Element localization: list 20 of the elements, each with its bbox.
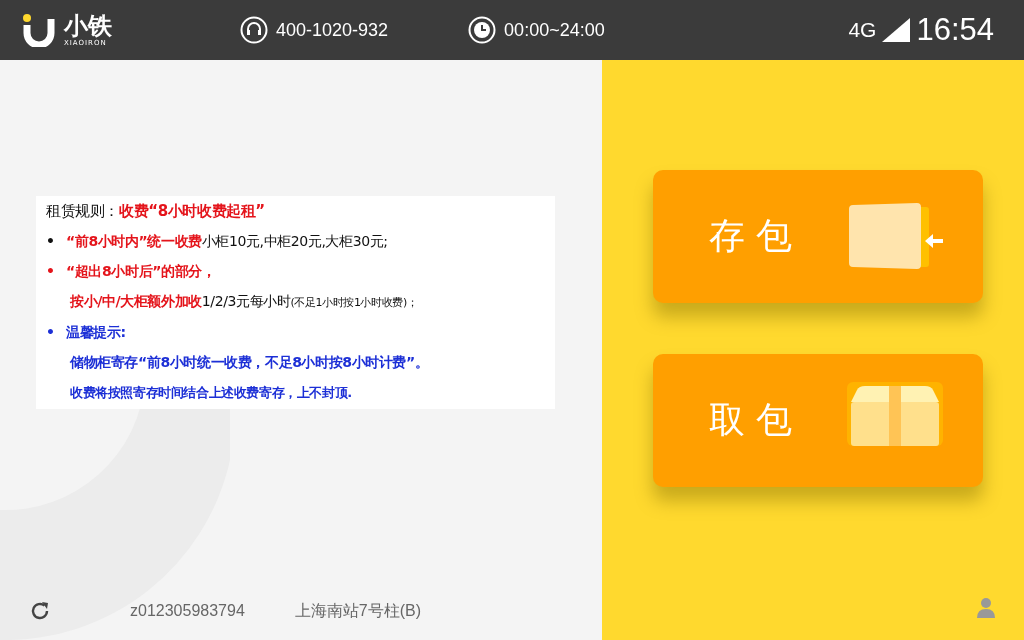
rule-text: • “前8小时内”统一收费小柜10元,中柜20元,大柜30元; <box>45 232 389 251</box>
pickup-bag-button[interactable]: 取 包 <box>653 354 983 487</box>
rule-text: • “超出8小时后”的部分， <box>45 263 217 282</box>
rule-text: 租赁规则：收费“8小时收费起租” <box>45 201 266 221</box>
rule-text: 按小/中/大柜额外加收1/2/3元每小时(不足1小时按1小时收费)； <box>69 293 419 312</box>
rule-text: 收费将按照寄存时间结合上述收费寄存，上不封顶. <box>69 384 353 403</box>
device-id: z012305983794 <box>130 602 245 620</box>
clock-icon <box>468 16 497 44</box>
service-hours: 00:00~24:00 <box>504 19 605 41</box>
rule-text: • 温馨提示: <box>45 323 127 342</box>
phone-number: 400-1020-932 <box>276 19 389 41</box>
brand-name: 小铁 <box>64 13 112 39</box>
network-type: 4G <box>848 18 877 42</box>
signal-icon <box>882 18 911 42</box>
rule-text: 储物柜寄存“前8小时统一收费，不足8小时按8小时计费”。 <box>69 354 430 373</box>
clock-time: 16:54 <box>916 12 994 48</box>
deposit-bag-button[interactable]: 存 包 <box>653 170 983 303</box>
logo-icon <box>22 13 56 47</box>
location-label: 上海南站7号柱(B) <box>294 600 421 621</box>
headset-icon <box>240 16 268 44</box>
